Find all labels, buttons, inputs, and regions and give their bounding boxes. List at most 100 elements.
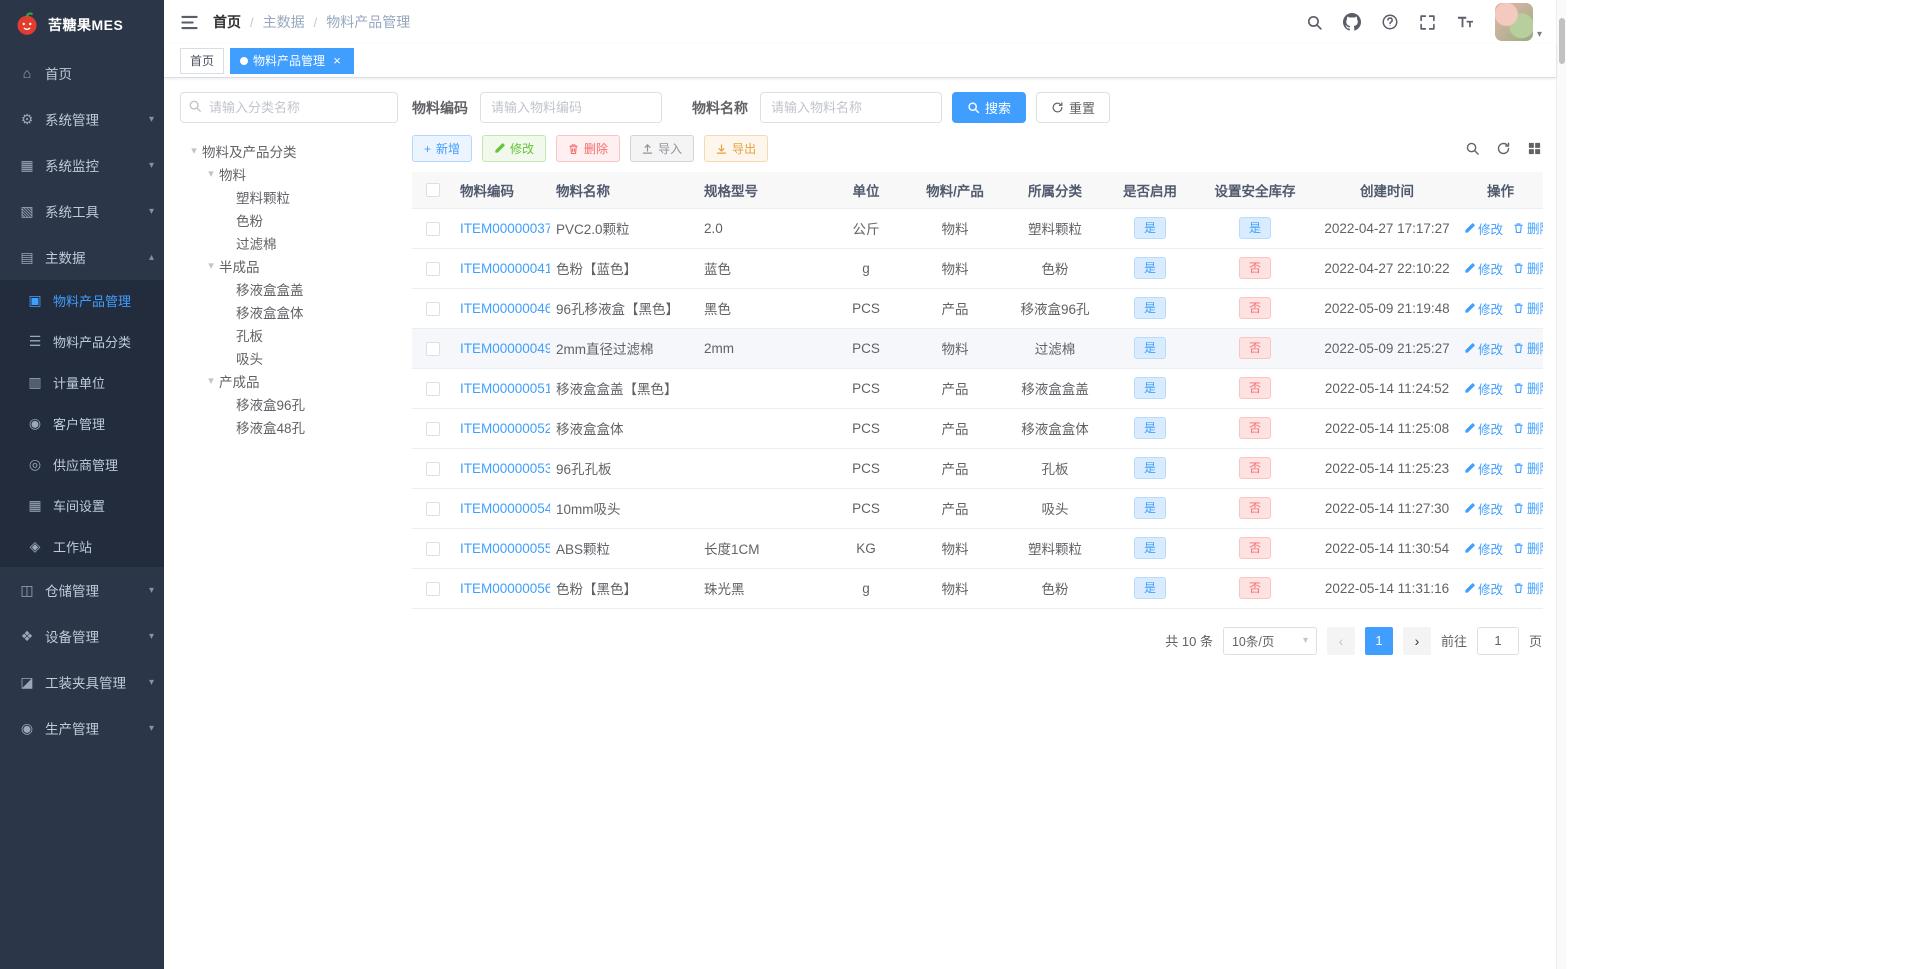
tree-node[interactable]: 吸头 xyxy=(180,346,398,369)
tree-node[interactable]: ▾ 产成品 xyxy=(180,369,398,392)
category-search-input[interactable] xyxy=(180,92,398,123)
reset-button[interactable]: 重置 xyxy=(1036,92,1111,123)
sidebar-item-measure-unit[interactable]: ▥ 计量单位 xyxy=(0,362,164,403)
page-number-button[interactable]: 1 xyxy=(1364,626,1393,655)
add-button[interactable]: + 新增 xyxy=(412,135,473,162)
search-icon[interactable] xyxy=(1306,14,1323,31)
sidebar-item-workshop-setting[interactable]: ▦ 车间设置 xyxy=(0,485,164,526)
row-delete-button[interactable]: 删除 xyxy=(1513,258,1543,277)
breadcrumb-item-0[interactable]: 首页 xyxy=(213,12,241,32)
row-edit-button[interactable]: 修改 xyxy=(1464,539,1503,558)
material-code-link[interactable]: ITEM00000049 xyxy=(460,341,550,356)
row-edit-button[interactable]: 修改 xyxy=(1464,219,1503,238)
row-delete-button[interactable]: 删除 xyxy=(1513,578,1543,597)
tree-node[interactable]: 移液盒盒体 xyxy=(180,300,398,323)
row-delete-button[interactable]: 删除 xyxy=(1513,498,1543,517)
material-code-link[interactable]: ITEM00000046 xyxy=(460,301,550,316)
tab-1[interactable]: 物料产品管理 × xyxy=(230,47,355,74)
sidebar-item-system-manage[interactable]: ⚙ 系统管理 ▾ xyxy=(0,96,164,142)
fullscreen-icon[interactable] xyxy=(1419,14,1436,31)
sidebar-item-system-monitor[interactable]: ▦ 系统监控 ▾ xyxy=(0,142,164,188)
sidebar-item-equipment-manage[interactable]: ❖ 设备管理 ▾ xyxy=(0,613,164,659)
font-size-icon[interactable] xyxy=(1456,13,1475,31)
row-edit-button[interactable]: 修改 xyxy=(1464,579,1503,598)
goto-page-input[interactable] xyxy=(1476,626,1519,655)
material-code-link[interactable]: ITEM00000052 xyxy=(460,421,550,436)
material-code-link[interactable]: ITEM00000053 xyxy=(460,461,550,476)
material-code-link[interactable]: ITEM00000037 xyxy=(460,221,550,236)
next-page-button[interactable]: › xyxy=(1402,626,1431,655)
search-button[interactable]: 搜索 xyxy=(952,92,1027,123)
prev-page-button[interactable]: ‹ xyxy=(1326,626,1355,655)
app-logo[interactable]: 苦糖果MES xyxy=(0,0,164,50)
row-checkbox[interactable] xyxy=(426,421,440,436)
sidebar-item-fixture-manage[interactable]: ◪ 工装夹具管理 ▾ xyxy=(0,659,164,705)
sidebar-item-material-product-manage[interactable]: ▣ 物料产品管理 xyxy=(0,280,164,321)
import-button[interactable]: 导入 xyxy=(630,135,695,162)
scrollbar-thumb[interactable] xyxy=(1559,18,1565,64)
tree-node[interactable]: ▾ 半成品 xyxy=(180,254,398,277)
columns-grid-icon[interactable] xyxy=(1527,141,1542,156)
material-code-input[interactable] xyxy=(480,92,662,123)
row-checkbox[interactable] xyxy=(426,461,440,476)
sidebar-item-master-data[interactable]: ▤ 主数据 ▴ xyxy=(0,234,164,280)
row-edit-button[interactable]: 修改 xyxy=(1464,339,1503,358)
sidebar-item-warehouse-manage[interactable]: ◫ 仓储管理 ▾ xyxy=(0,567,164,613)
page-size-select[interactable]: 10条/页 ▾ xyxy=(1222,626,1317,655)
tree-node[interactable]: 色粉 xyxy=(180,208,398,231)
help-icon[interactable] xyxy=(1381,13,1399,31)
row-delete-button[interactable]: 删除 xyxy=(1513,218,1543,237)
tree-node[interactable]: ▾ 物料及产品分类 xyxy=(180,139,398,162)
sidebar-item-material-product-category[interactable]: ☰ 物料产品分类 xyxy=(0,321,164,362)
sidebar-item-supplier-manage[interactable]: ◎ 供应商管理 xyxy=(0,444,164,485)
close-icon[interactable]: × xyxy=(330,54,344,68)
row-checkbox[interactable] xyxy=(426,261,440,276)
material-code-link[interactable]: ITEM00000054 xyxy=(460,501,550,516)
breadcrumb-item-1[interactable]: 主数据 xyxy=(263,12,305,32)
hamburger-icon[interactable] xyxy=(180,13,199,32)
material-name-input[interactable] xyxy=(760,92,942,123)
tab-0[interactable]: 首页 xyxy=(180,47,225,74)
row-delete-button[interactable]: 删除 xyxy=(1513,418,1543,437)
row-edit-button[interactable]: 修改 xyxy=(1464,259,1503,278)
row-edit-button[interactable]: 修改 xyxy=(1464,459,1503,478)
row-checkbox[interactable] xyxy=(426,301,440,316)
row-checkbox[interactable] xyxy=(426,381,440,396)
toggle-search-icon[interactable] xyxy=(1465,141,1480,156)
row-edit-button[interactable]: 修改 xyxy=(1464,419,1503,438)
tree-node[interactable]: 孔板 xyxy=(180,323,398,346)
sidebar-item-system-tools[interactable]: ▧ 系统工具 ▾ xyxy=(0,188,164,234)
tree-node[interactable]: 塑料颗粒 xyxy=(180,185,398,208)
material-code-link[interactable]: ITEM00000056 xyxy=(460,581,550,596)
refresh-icon[interactable] xyxy=(1496,141,1511,156)
row-edit-button[interactable]: 修改 xyxy=(1464,379,1503,398)
sidebar-item-home[interactable]: ⌂ 首页 xyxy=(0,50,164,96)
tree-node[interactable]: 移液盒96孔 xyxy=(180,392,398,415)
row-checkbox[interactable] xyxy=(426,581,440,596)
row-edit-button[interactable]: 修改 xyxy=(1464,499,1503,518)
sidebar-item-production-manage[interactable]: ◉ 生产管理 ▾ xyxy=(0,705,164,751)
tree-node[interactable]: 移液盒盒盖 xyxy=(180,277,398,300)
select-all-checkbox[interactable] xyxy=(426,183,440,198)
row-delete-button[interactable]: 删除 xyxy=(1513,378,1543,397)
row-delete-button[interactable]: 删除 xyxy=(1513,538,1543,557)
row-delete-button[interactable]: 删除 xyxy=(1513,298,1543,317)
sidebar-item-customer-manage[interactable]: ◉ 客户管理 xyxy=(0,403,164,444)
material-code-link[interactable]: ITEM00000051 xyxy=(460,381,550,396)
sidebar-item-workstation[interactable]: ◈ 工作站 xyxy=(0,526,164,567)
avatar[interactable] xyxy=(1494,3,1533,41)
edit-button[interactable]: 修改 xyxy=(482,135,547,162)
tree-node[interactable]: 移液盒48孔 xyxy=(180,415,398,438)
row-checkbox[interactable] xyxy=(426,341,440,356)
row-delete-button[interactable]: 删除 xyxy=(1513,458,1543,477)
delete-button[interactable]: 删除 xyxy=(556,135,621,162)
material-code-link[interactable]: ITEM00000055 xyxy=(460,541,550,556)
row-checkbox[interactable] xyxy=(426,221,440,236)
github-icon[interactable] xyxy=(1342,13,1361,31)
row-checkbox[interactable] xyxy=(426,541,440,556)
vertical-scrollbar[interactable] xyxy=(1556,0,1566,969)
row-delete-button[interactable]: 删除 xyxy=(1513,338,1543,357)
export-button[interactable]: 导出 xyxy=(704,135,769,162)
tree-node[interactable]: ▾ 物料 xyxy=(180,162,398,185)
tree-node[interactable]: 过滤棉 xyxy=(180,231,398,254)
